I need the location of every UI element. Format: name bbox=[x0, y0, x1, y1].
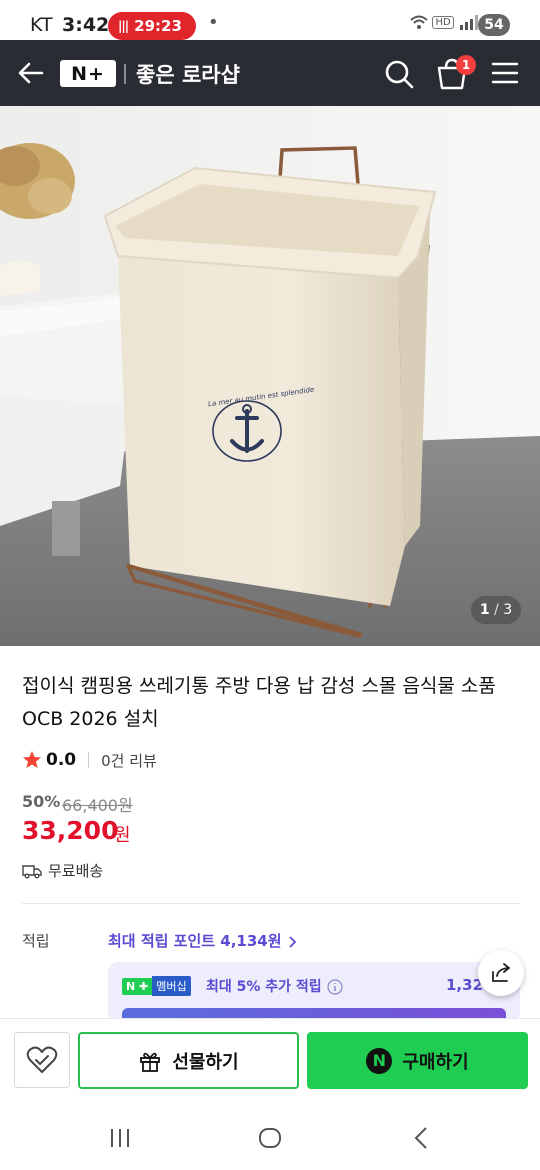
image-total-count: 3 bbox=[503, 602, 513, 618]
gift-button[interactable]: 선물하기 bbox=[78, 1032, 299, 1089]
max-points-link[interactable]: 최대 적립 포인트 4,134원 bbox=[108, 930, 297, 951]
cart-count-badge: 1 bbox=[456, 55, 476, 75]
star-icon bbox=[23, 751, 41, 768]
section-divider bbox=[22, 903, 520, 904]
logo-divider bbox=[124, 64, 126, 84]
carrier-label: KT bbox=[30, 14, 53, 36]
back-button[interactable] bbox=[14, 56, 48, 90]
recording-time: 29:23 bbox=[134, 17, 182, 35]
wifi-icon bbox=[410, 15, 428, 29]
membership-points-amount: 1,32 bbox=[446, 976, 484, 994]
system-back-button[interactable] bbox=[402, 1120, 442, 1156]
chevron-left-icon bbox=[414, 1127, 427, 1149]
original-price: 66,400원 bbox=[62, 796, 133, 815]
rating-divider bbox=[88, 752, 90, 768]
review-count-link[interactable]: 0건 리뷰 bbox=[101, 750, 157, 771]
share-icon bbox=[492, 963, 510, 982]
notification-dot: • bbox=[208, 12, 219, 33]
clock: 3:42 bbox=[62, 14, 110, 36]
recent-apps-button[interactable] bbox=[100, 1120, 140, 1156]
search-icon bbox=[385, 60, 414, 89]
recording-indicator[interactable]: ||| 29:23 bbox=[108, 12, 196, 40]
search-button[interactable] bbox=[382, 57, 416, 91]
shipping-info: 무료배송 bbox=[22, 860, 103, 881]
menu-button[interactable] bbox=[490, 58, 520, 88]
network-hd-label: HD bbox=[432, 15, 454, 29]
membership-extra-points: 최대 5% 추가 적립 bbox=[206, 976, 343, 996]
battery-indicator: 54 bbox=[478, 14, 510, 36]
discount-rate: 50% bbox=[22, 792, 61, 811]
gift-icon bbox=[140, 1052, 161, 1072]
membership-badge-label: 멤버십 bbox=[152, 976, 191, 996]
product-title: 접이식 캠핑용 쓰레기통 주방 다용 납 감성 스몰 음식물 소품 OCB 20… bbox=[22, 675, 496, 730]
sale-price: 33,200 bbox=[22, 816, 119, 845]
canvas-bag-body bbox=[118, 254, 405, 606]
delivery-truck-icon bbox=[22, 864, 42, 878]
image-current-index: 1 bbox=[479, 602, 490, 618]
home-button[interactable] bbox=[250, 1120, 290, 1156]
arrow-left-icon bbox=[18, 62, 44, 84]
rating-row[interactable]: 0.0 0건 리뷰 bbox=[22, 748, 157, 772]
hamburger-menu-icon bbox=[491, 62, 519, 84]
system-icons: HD bbox=[410, 14, 480, 30]
membership-extra-text: 최대 5% 추가 적립 bbox=[206, 979, 322, 995]
store-name[interactable]: 좋은 로라샵 bbox=[136, 59, 240, 89]
npay-logo-icon: N bbox=[366, 1047, 393, 1074]
recent-apps-icon bbox=[111, 1129, 129, 1147]
home-icon bbox=[259, 1128, 281, 1148]
product-photo: La mer au mutin est splendide bbox=[0, 106, 540, 646]
heart-check-icon bbox=[26, 1046, 58, 1073]
image-counter: 1 / 3 bbox=[471, 596, 521, 624]
product-image-carousel[interactable]: La mer au mutin est splendide bbox=[0, 106, 540, 646]
price-unit: 원 bbox=[114, 825, 131, 846]
buy-button-label: 구매하기 bbox=[402, 1051, 469, 1073]
signal-icon bbox=[460, 15, 479, 30]
chevron-right-icon bbox=[289, 935, 297, 948]
info-icon[interactable] bbox=[326, 979, 343, 995]
shipping-label: 무료배송 bbox=[48, 862, 104, 880]
gift-button-label: 선물하기 bbox=[172, 1051, 239, 1073]
points-label: 적립 bbox=[22, 932, 50, 950]
wishlist-button[interactable] bbox=[14, 1032, 70, 1088]
rating-value: 0.0 bbox=[46, 750, 77, 770]
audio-wave-icon: ||| bbox=[118, 19, 129, 33]
max-points-text: 최대 적립 포인트 4,134원 bbox=[108, 932, 282, 950]
buy-button[interactable]: N 구매하기 bbox=[307, 1032, 528, 1089]
nplus-badge-icon: N ✚ bbox=[122, 977, 153, 995]
share-button[interactable] bbox=[478, 950, 524, 996]
membership-badge: N ✚ 멤버십 bbox=[122, 976, 191, 996]
nplus-store-logo[interactable]: N+ bbox=[60, 60, 116, 87]
